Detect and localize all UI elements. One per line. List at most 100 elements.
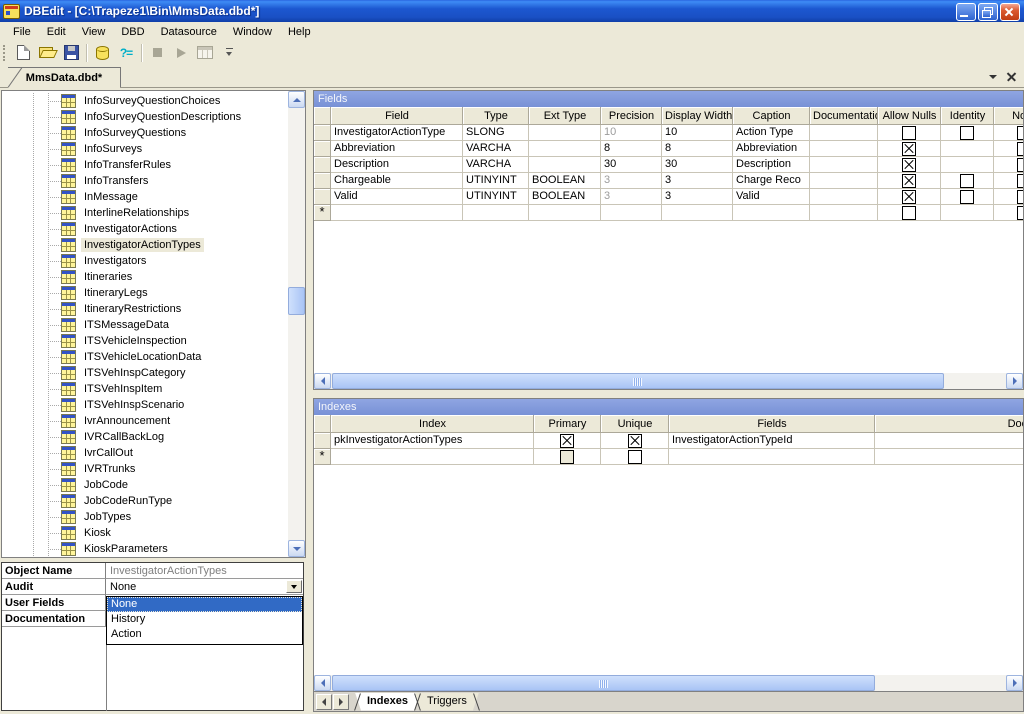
cell-field[interactable]: InvestigatorActionType xyxy=(331,125,463,141)
cell-unique-checkbox[interactable] xyxy=(628,450,642,464)
tab-scroll-right-button[interactable] xyxy=(333,694,349,710)
tree-item-itineraryrestrictions[interactable]: ItineraryRestrictions xyxy=(2,301,288,317)
close-document-icon[interactable] xyxy=(1007,72,1016,81)
tree-item-jobcoderuntype[interactable]: JobCodeRunType xyxy=(2,493,288,509)
cell-fields[interactable]: InvestigatorActionTypeId xyxy=(669,433,875,449)
tree-item-ivrcallout[interactable]: IvrCallOut xyxy=(2,445,288,461)
empty-cell[interactable] xyxy=(529,205,601,221)
column-header-no-a[interactable]: No A xyxy=(994,107,1023,125)
cell-ext-type[interactable] xyxy=(529,141,601,157)
menu-dbd[interactable]: DBD xyxy=(113,24,152,40)
cell-allow-nulls[interactable] xyxy=(878,173,941,189)
empty-cell[interactable] xyxy=(601,205,662,221)
empty-cell[interactable] xyxy=(810,205,878,221)
cell-type[interactable]: VARCHA xyxy=(463,141,529,157)
cell-ext-type[interactable]: BOOLEAN xyxy=(529,173,601,189)
cell-caption[interactable]: Valid xyxy=(733,189,810,205)
column-header-precision[interactable]: Precision xyxy=(601,107,662,125)
column-header-docum[interactable]: Docum xyxy=(875,415,1023,433)
empty-cell[interactable] xyxy=(331,449,534,465)
scroll-down-button[interactable] xyxy=(288,540,305,557)
cell-no-audit-checkbox[interactable] xyxy=(1017,206,1024,220)
cell-display-width[interactable]: 3 xyxy=(662,173,733,189)
cell-no-audit[interactable] xyxy=(994,125,1023,141)
tree-item-itsvehiclelocationdata[interactable]: ITSVehicleLocationData xyxy=(2,349,288,365)
object-name-value[interactable]: InvestigatorActionTypes xyxy=(106,563,303,579)
cell-identity-checkbox[interactable] xyxy=(960,174,974,188)
column-header-display-width[interactable]: Display Width xyxy=(662,107,733,125)
cell-ext-type[interactable] xyxy=(529,125,601,141)
cell-display-width[interactable]: 3 xyxy=(662,189,733,205)
menu-file[interactable]: File xyxy=(5,24,39,40)
cell-allow-nulls[interactable] xyxy=(878,141,941,157)
menu-view[interactable]: View xyxy=(74,24,114,40)
cell-allow-nulls[interactable] xyxy=(878,205,941,221)
column-header-caption[interactable]: Caption xyxy=(733,107,810,125)
cell-allow-nulls-checkbox[interactable] xyxy=(902,126,916,140)
tree-item-interlinerelationships[interactable]: InterlineRelationships xyxy=(2,205,288,221)
cell-ext-type[interactable] xyxy=(529,157,601,173)
dropdown-option-history[interactable]: History xyxy=(107,612,302,627)
empty-cell[interactable] xyxy=(733,205,810,221)
audit-combo[interactable]: None xyxy=(106,579,303,595)
cell-precision[interactable]: 3 xyxy=(601,189,662,205)
cell-primary[interactable] xyxy=(534,449,601,465)
tree-item-ivrcallbacklog[interactable]: IVRCallBackLog xyxy=(2,429,288,445)
minimize-button[interactable] xyxy=(956,3,976,21)
cell-primary[interactable] xyxy=(534,433,601,449)
cell-unique[interactable] xyxy=(601,433,669,449)
row-selector[interactable] xyxy=(314,125,331,141)
cell-field[interactable]: Abbreviation xyxy=(331,141,463,157)
column-header-unique[interactable]: Unique xyxy=(601,415,669,433)
scroll-right-button[interactable] xyxy=(1006,373,1023,389)
cell-precision[interactable]: 30 xyxy=(601,157,662,173)
cell-allow-nulls[interactable] xyxy=(878,125,941,141)
row-selector[interactable] xyxy=(314,433,331,449)
cell-caption[interactable]: Abbreviation xyxy=(733,141,810,157)
cell-documentation[interactable] xyxy=(810,125,878,141)
cell-allow-nulls-checkbox[interactable] xyxy=(902,142,916,156)
new-row-marker[interactable]: * xyxy=(314,205,331,221)
column-header-allow-nulls[interactable]: Allow Nulls xyxy=(878,107,941,125)
empty-cell[interactable] xyxy=(463,205,529,221)
cell-caption[interactable]: Action Type xyxy=(733,125,810,141)
cell-display-width[interactable]: 8 xyxy=(662,141,733,157)
empty-cell[interactable] xyxy=(331,205,463,221)
tree-item-itinerarylegs[interactable]: ItineraryLegs xyxy=(2,285,288,301)
cell-documentation[interactable] xyxy=(810,189,878,205)
restore-button[interactable] xyxy=(978,3,998,21)
menu-help[interactable]: Help xyxy=(280,24,319,40)
tree-item-jobtypes[interactable]: JobTypes xyxy=(2,509,288,525)
cell-caption[interactable]: Description xyxy=(733,157,810,173)
tree-item-inmessage[interactable]: InMessage xyxy=(2,189,288,205)
scroll-up-button[interactable] xyxy=(288,91,305,108)
scroll-thumb[interactable] xyxy=(332,373,944,389)
validate-button[interactable]: ?= xyxy=(115,43,137,63)
tree-item-itsvehinspcategory[interactable]: ITSVehInspCategory xyxy=(2,365,288,381)
cell-precision[interactable]: 3 xyxy=(601,173,662,189)
dropdown-option-action[interactable]: Action xyxy=(107,627,302,642)
toolbar-options-button[interactable] xyxy=(218,43,240,63)
cell-identity-checkbox[interactable] xyxy=(960,190,974,204)
cell-display-width[interactable]: 30 xyxy=(662,157,733,173)
toolbar-grip-handle[interactable] xyxy=(3,45,8,61)
cell-identity-checkbox[interactable] xyxy=(960,126,974,140)
cell-type[interactable]: UTINYINT xyxy=(463,189,529,205)
cell-allow-nulls-checkbox[interactable] xyxy=(902,206,916,220)
cell-documentation[interactable] xyxy=(810,157,878,173)
cell-documentation[interactable] xyxy=(810,173,878,189)
column-header-type[interactable]: Type xyxy=(463,107,529,125)
cell-no-audit[interactable] xyxy=(994,205,1023,221)
audit-combo-dropdown-button[interactable] xyxy=(286,580,302,593)
tree-item-itsvehicleinspection[interactable]: ITSVehicleInspection xyxy=(2,333,288,349)
cell-primary-checkbox[interactable] xyxy=(560,434,574,448)
tree-item-infosurveys[interactable]: InfoSurveys xyxy=(2,141,288,157)
cell-type[interactable]: SLONG xyxy=(463,125,529,141)
column-header-fields[interactable]: Fields xyxy=(669,415,875,433)
open-file-button[interactable] xyxy=(36,43,58,63)
cell-unique[interactable] xyxy=(601,449,669,465)
cell-no-audit[interactable] xyxy=(994,173,1023,189)
tree-item-infosurveyquestiondescriptions[interactable]: InfoSurveyQuestionDescriptions xyxy=(2,109,288,125)
database-button[interactable] xyxy=(91,43,113,63)
cell-no-audit[interactable] xyxy=(994,189,1023,205)
